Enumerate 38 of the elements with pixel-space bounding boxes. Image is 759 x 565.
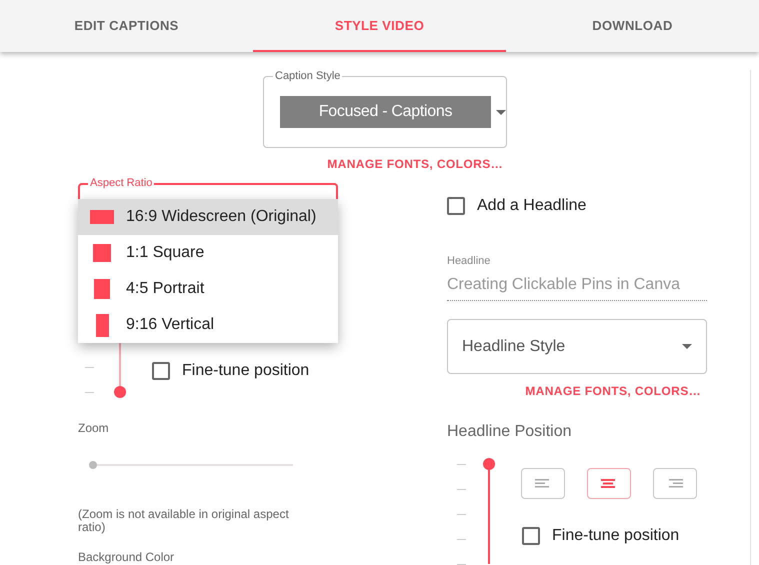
field-label: Headline (447, 255, 492, 268)
menu-item[interactable]: 9:16 Vertical (78, 307, 338, 343)
headline-position-label: Headline Position (447, 423, 573, 441)
checkbox-label: Fine-tune position (182, 362, 310, 380)
align-button[interactable] (587, 468, 631, 499)
headline-style-select[interactable]: Headline Style (447, 319, 707, 374)
checkbox-label: Fine-tune position (552, 526, 680, 545)
caption-style-preview: Focused - Captions (280, 96, 491, 128)
checkbox-row[interactable]: Fine-tune position (522, 526, 697, 545)
tab[interactable]: EDIT CAPTIONS (0, 0, 253, 52)
slider-thumb[interactable] (483, 458, 495, 470)
align-button[interactable] (521, 468, 565, 499)
zoom-note: (Zoom is not available in original aspect ratio) (78, 508, 290, 534)
checkbox-row[interactable]: Fine-tune position (152, 362, 310, 380)
zoom-label: Zoom (78, 422, 110, 436)
align-button[interactable] (653, 468, 697, 499)
tab[interactable]: DOWNLOAD (506, 0, 759, 52)
background-color-label: Background Color (78, 551, 176, 565)
menu-item[interactable]: 16:9 Widescreen (Original) (78, 199, 338, 235)
aspect-shape-icon (90, 210, 114, 224)
caret-icon (682, 344, 692, 350)
aspect-shape-icon (96, 314, 108, 336)
caret-icon (496, 110, 506, 114)
checkbox[interactable] (522, 526, 540, 545)
checkbox[interactable] (447, 197, 465, 215)
menu-item[interactable]: 1:1 Square (78, 235, 338, 271)
field-label: Aspect Ratio (88, 177, 154, 189)
aspect-shape-icon (94, 279, 110, 299)
menu-item[interactable]: 4:5 Portrait (78, 271, 338, 307)
checkbox-label: Add a Headline (477, 197, 586, 215)
align-icon (535, 478, 551, 488)
checkbox-row[interactable]: Add a Headline (447, 197, 707, 215)
checkbox[interactable] (152, 362, 170, 380)
align-icon (601, 478, 617, 488)
slider-thumb[interactable] (114, 386, 126, 398)
align-icon (667, 478, 683, 488)
aspect-shape-icon (93, 244, 111, 262)
field-label: Caption Style (273, 70, 342, 82)
